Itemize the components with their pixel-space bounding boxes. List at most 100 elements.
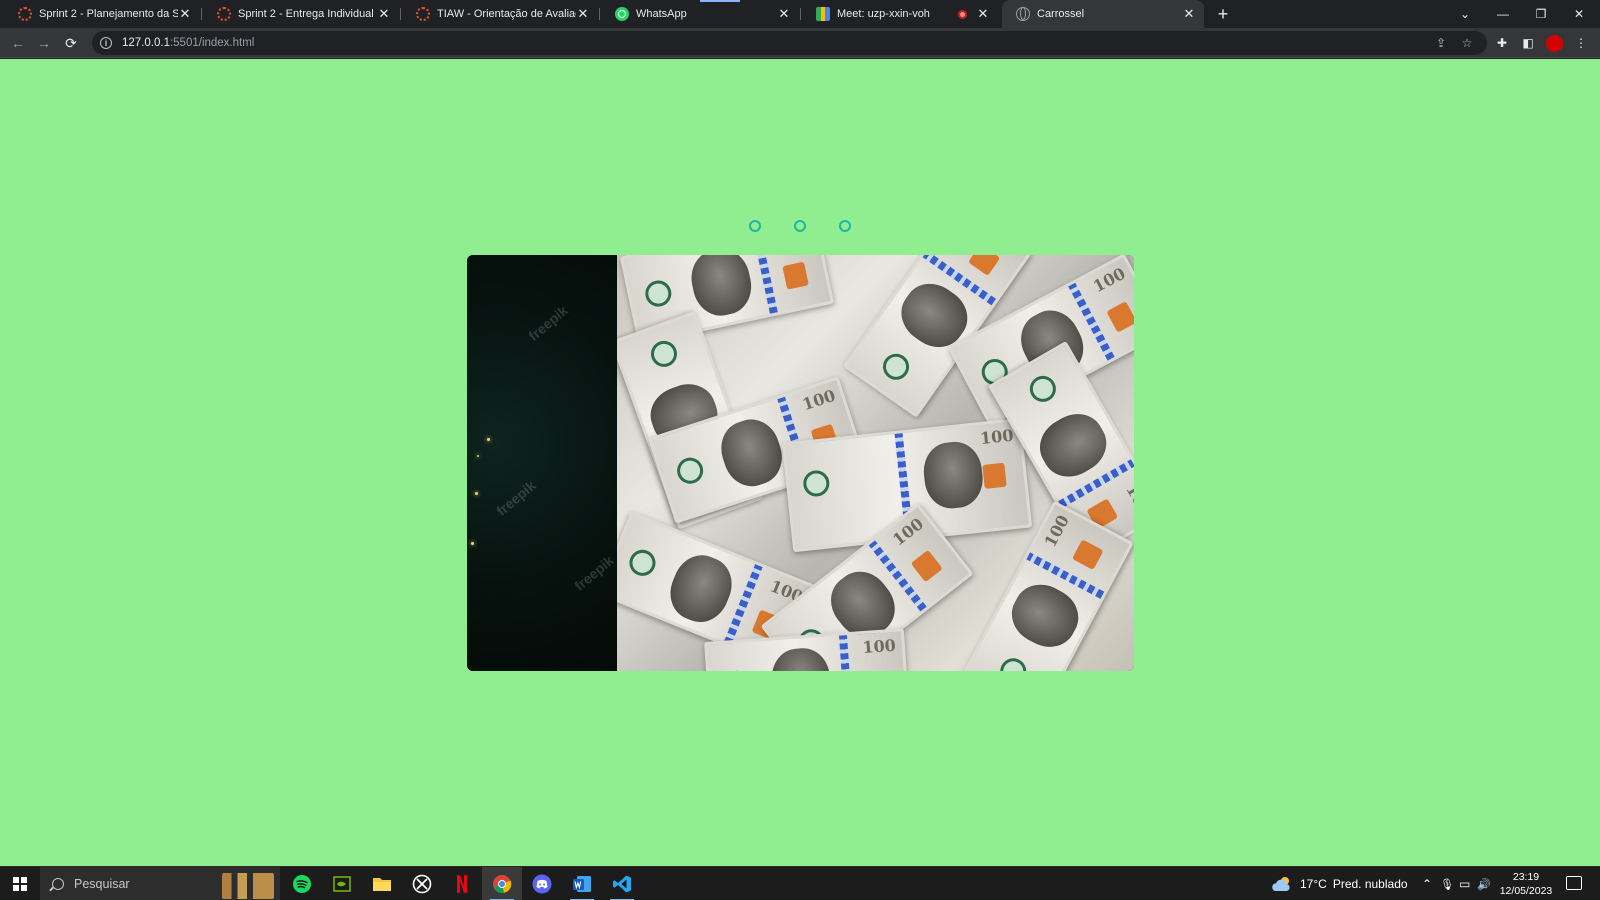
taskbar-search-box[interactable]: Pesquisar [40, 867, 280, 900]
weather-condition: Pred. nublado [1332, 877, 1408, 891]
taskbar-clock[interactable]: 23:19 12/05/2023 [1496, 870, 1556, 898]
bokeh-spark [475, 492, 478, 495]
netflix-icon [457, 875, 467, 893]
tab-close-icon[interactable]: ✕ [178, 6, 192, 22]
spotify-app[interactable] [282, 867, 322, 900]
url-text[interactable]: 127.0.0.1:5501/index.html [122, 37, 254, 49]
address-bar[interactable]: i 127.0.0.1:5501/index.html ⇪ ☆ [92, 31, 1487, 55]
tab-loading-indicator [700, 0, 740, 2]
tab-title: Sprint 2 - Entrega Individual (ZIP) [238, 8, 377, 20]
bookmark-star-icon[interactable]: ☆ [1457, 31, 1477, 55]
search-placeholder: Pesquisar [74, 877, 130, 891]
tab-search-button[interactable]: ⌄ [1446, 0, 1484, 28]
xbox-icon [412, 874, 432, 894]
url-host: 127.0.0.1 [122, 37, 170, 49]
weather-temperature: 17°C [1300, 877, 1327, 891]
tab-title: Meet: uzp-xxin-voh [837, 8, 930, 20]
tab-close-icon[interactable]: ✕ [1182, 6, 1196, 22]
tab-close-icon[interactable]: ✕ [777, 6, 791, 22]
netflix-app[interactable] [442, 867, 482, 900]
close-window-button[interactable]: ✕ [1560, 0, 1598, 28]
clock-date: 12/05/2023 [1499, 885, 1553, 897]
tab-sprint2-planejamento[interactable]: Sprint 2 - Planejamento da Sprint ✕ [4, 0, 200, 28]
extensions-icon[interactable]: ✚ [1493, 34, 1511, 52]
dollar-bills-photo: 100 100 100 100 100 100 100 100 100 100 … [617, 255, 1134, 671]
recording-icon [958, 9, 967, 19]
page-viewport: freepik freepik freepik 100 100 100 100 … [0, 59, 1600, 866]
canvas-ring-icon [217, 7, 231, 21]
freepik-watermark: freepik [525, 302, 571, 344]
carousel-indicator-1[interactable] [749, 220, 761, 232]
chrome-menu-icon[interactable]: ⋮ [1572, 34, 1590, 52]
tab-sprint2-entrega[interactable]: Sprint 2 - Entrega Individual (ZIP) ✕ [203, 0, 399, 28]
file-explorer-app[interactable] [362, 867, 402, 900]
word-app[interactable] [562, 867, 602, 900]
restore-button[interactable]: ❐ [1522, 0, 1560, 28]
file-explorer-icon [373, 878, 391, 891]
browser-toolbar: ← → ⟳ i 127.0.0.1:5501/index.html ⇪ ☆ ✚ … [0, 28, 1600, 58]
url-path: :5501/index.html [169, 37, 255, 49]
carousel-indicator-3[interactable] [839, 220, 851, 232]
tab-meet[interactable]: Meet: uzp-xxin-voh ✕ [802, 0, 998, 28]
google-meet-icon [816, 7, 830, 21]
tab-title: Carrossel [1037, 8, 1085, 20]
back-button[interactable]: ← [7, 32, 29, 54]
canvas-ring-icon [416, 7, 430, 21]
forward-button[interactable]: → [33, 32, 55, 54]
nvidia-app[interactable] [322, 867, 362, 900]
volume-icon[interactable]: 🔊 [1477, 867, 1491, 900]
weather-widget[interactable]: 17°C Pred. nublado [1270, 867, 1408, 900]
tab-tiaw-orientacao[interactable]: TIAW - Orientação de Avaliação ✕ [402, 0, 598, 28]
freepik-watermark: freepik [493, 477, 539, 519]
vscode-app[interactable] [602, 867, 642, 900]
vscode-icon [613, 875, 631, 893]
canvas-ring-icon [18, 7, 32, 21]
tab-carrossel[interactable]: Carrossel ✕ [1002, 0, 1204, 28]
reload-button[interactable]: ⟳ [60, 32, 82, 54]
bokeh-spark [487, 438, 490, 441]
browser-tabstrip: Sprint 2 - Planejamento da Sprint ✕ Spri… [0, 0, 1600, 28]
slide-dark-left-panel: freepik freepik freepik [467, 255, 617, 671]
carousel-slide-image: freepik freepik freepik 100 100 100 100 … [467, 255, 1134, 671]
clock-time: 23:19 [1512, 871, 1540, 883]
discord-app[interactable] [522, 867, 562, 900]
search-highlight-illustration [222, 873, 274, 899]
network-icon[interactable]: ▭ [1459, 867, 1470, 900]
tab-title: TIAW - Orientação de Avaliação [437, 8, 576, 20]
share-icon[interactable]: ⇪ [1431, 31, 1451, 55]
windows-taskbar: Pesquisar 17°C Pred. nublado ⌃ 🎙 ▭ 🔊 23:… [0, 866, 1600, 900]
cloudy-weather-icon [1272, 877, 1290, 891]
tray-overflow-chevron[interactable]: ⌃ [1422, 867, 1432, 900]
minimize-button[interactable]: — [1484, 0, 1522, 28]
discord-icon [532, 874, 552, 894]
chrome-icon [493, 875, 512, 894]
start-button[interactable] [0, 867, 40, 900]
site-info-icon[interactable]: i [100, 37, 112, 49]
tab-close-icon[interactable]: ✕ [976, 6, 990, 22]
tab-close-icon[interactable]: ✕ [576, 6, 590, 22]
nvidia-icon [333, 876, 351, 892]
notification-center-icon[interactable] [1566, 876, 1582, 890]
spotify-icon [293, 875, 311, 893]
profile-avatar[interactable] [1546, 35, 1563, 52]
microphone-icon[interactable]: 🎙 [1440, 867, 1454, 900]
bokeh-spark [471, 542, 474, 545]
word-icon [573, 876, 591, 892]
bokeh-spark [477, 455, 479, 457]
windows-logo-icon [13, 877, 27, 891]
globe-icon [1016, 7, 1030, 21]
tab-title: Sprint 2 - Planejamento da Sprint [39, 8, 178, 20]
new-tab-button[interactable]: + [1212, 3, 1234, 25]
chrome-app[interactable] [482, 867, 522, 900]
whatsapp-icon [615, 7, 629, 21]
tab-separator [400, 8, 401, 20]
xbox-app[interactable] [402, 867, 442, 900]
freepik-watermark: freepik [571, 552, 617, 594]
search-icon [52, 878, 64, 890]
tab-whatsapp[interactable]: WhatsApp ✕ [601, 0, 799, 28]
tab-close-icon[interactable]: ✕ [377, 6, 391, 22]
carousel-indicator-2[interactable] [794, 220, 806, 232]
tab-title: WhatsApp [636, 8, 687, 20]
side-panel-icon[interactable]: ◧ [1519, 34, 1537, 52]
tab-separator [599, 8, 600, 20]
